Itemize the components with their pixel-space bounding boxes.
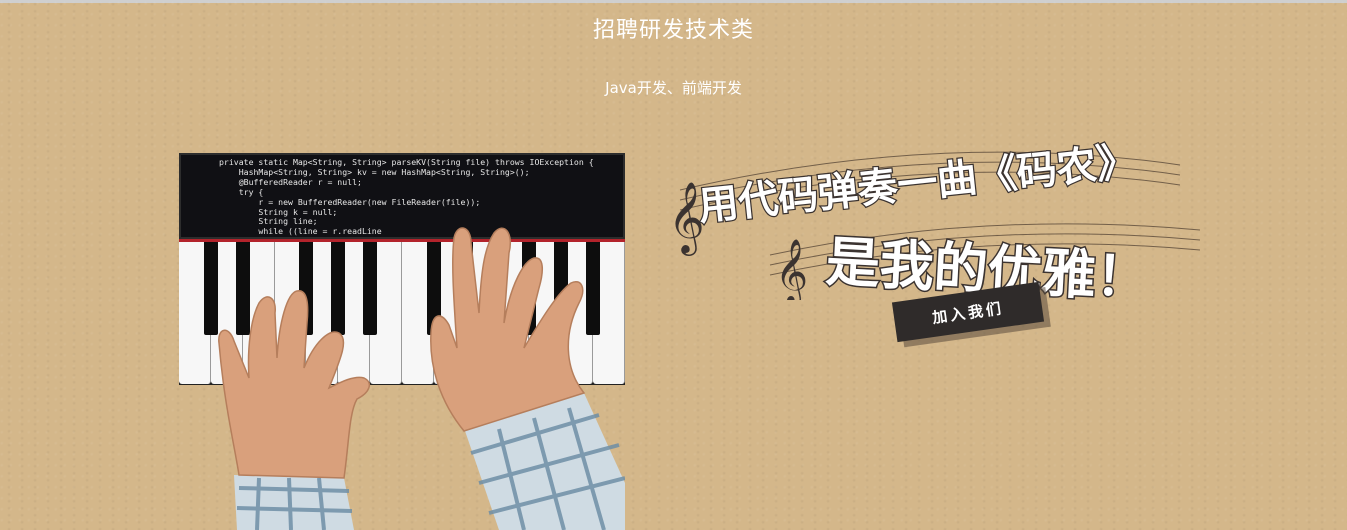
slogan-graphic: 𝄞 𝄞 用代码弹奏一曲《码农》 是我的优雅！ [668, 137, 1201, 300]
page-subtitle: Java开发、前端开发 [605, 79, 742, 97]
left-hand [218, 290, 371, 479]
hands-illustration [218, 227, 625, 530]
treble-clef-icon: 𝄞 [775, 239, 808, 300]
page-title: 招聘研发技术类 [592, 18, 754, 43]
right-hand [430, 227, 586, 432]
piano-code-illustration: private static Map<String, String> parse… [179, 153, 625, 530]
slogan-line-1: 用代码弹奏一曲《码农》 [696, 138, 1138, 230]
left-sleeve [234, 475, 354, 530]
